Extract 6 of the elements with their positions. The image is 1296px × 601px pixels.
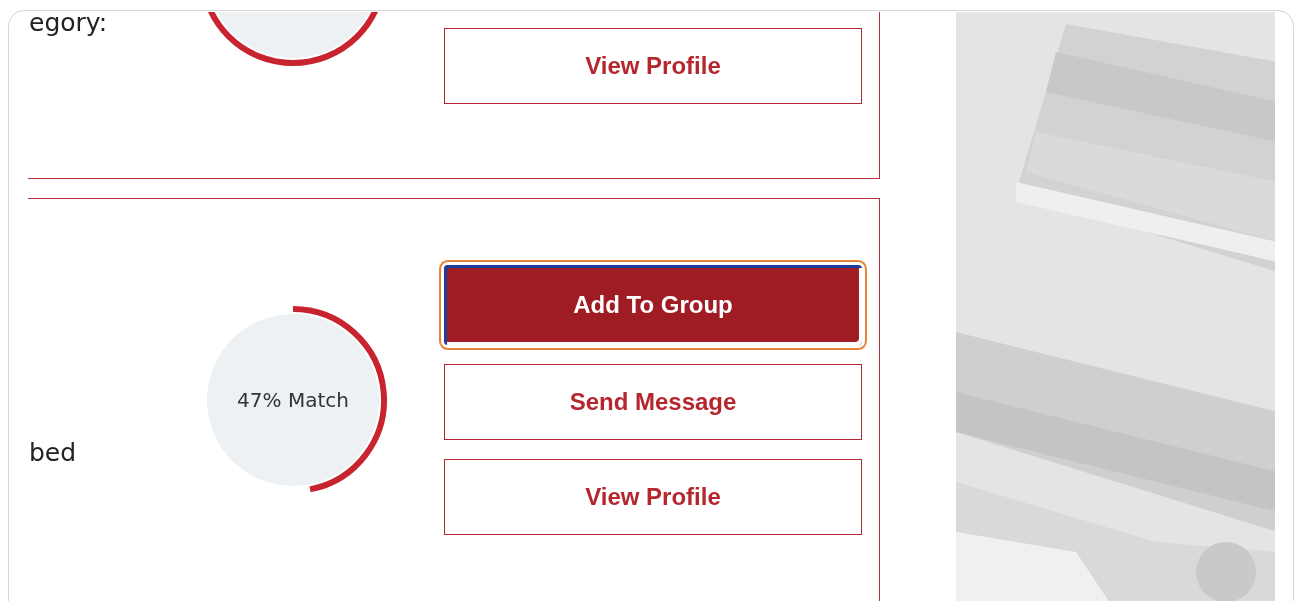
match-percent: 47% Match — [236, 388, 350, 412]
action-button[interactable]: Send Message — [444, 364, 862, 440]
action-button[interactable]: View Profile — [444, 459, 862, 535]
detail-text: bed — [29, 438, 78, 468]
detail-text: egory: — [29, 12, 109, 38]
action-button[interactable]: View Profile — [444, 28, 862, 104]
